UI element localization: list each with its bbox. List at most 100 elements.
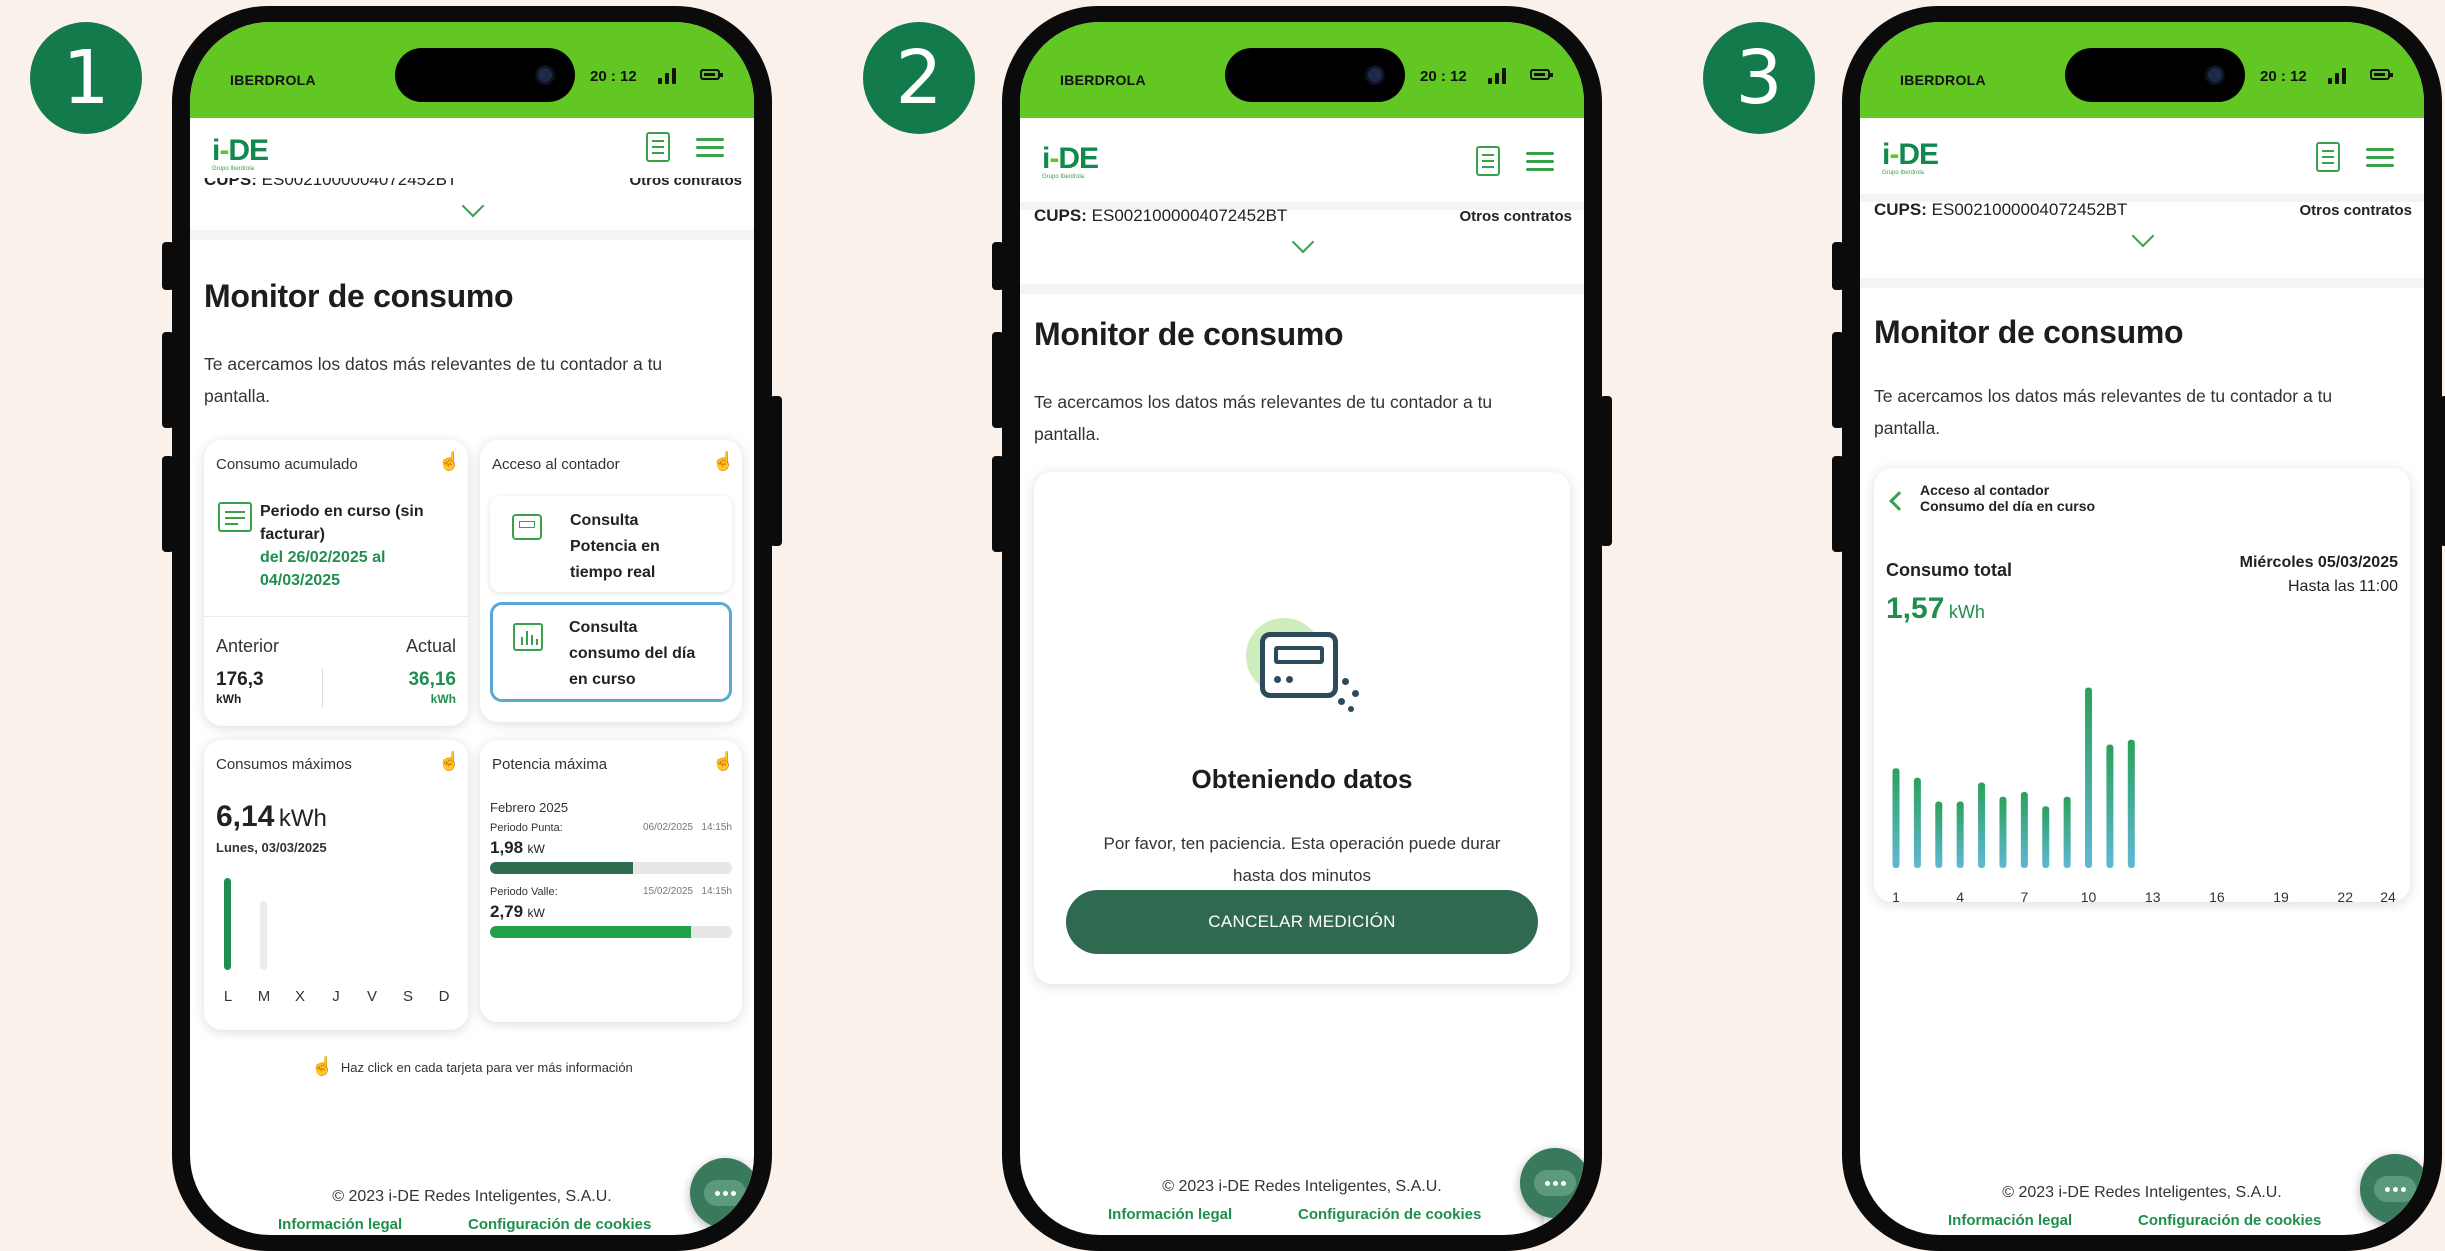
chevron-down-icon[interactable] bbox=[1291, 230, 1315, 254]
document-icon[interactable] bbox=[646, 132, 670, 162]
daily-consumption-option[interactable]: Consulta consumo del día en curso bbox=[490, 602, 732, 702]
carrier-name: IBERDROLA bbox=[1900, 72, 1986, 88]
valley-progress-bar bbox=[490, 926, 732, 938]
cookies-link[interactable]: Configuración de cookies bbox=[468, 1216, 651, 1233]
x-tick-label: 7 bbox=[2020, 889, 2028, 905]
app-header: i-DE Grupo Iberdrola bbox=[190, 118, 754, 178]
peak-date: 06/02/2025 bbox=[643, 822, 694, 833]
hourly-consumption-chart: 1 4 7 10 13 16 19 22 24 bbox=[1892, 687, 2396, 905]
valley-date: 15/02/2025 bbox=[643, 886, 694, 897]
hour-bar bbox=[2085, 687, 2093, 868]
status-bar: IBERDROLA 20 : 12 bbox=[1860, 22, 2424, 118]
previous-value: 176,3 bbox=[216, 669, 264, 690]
chevron-down-icon[interactable] bbox=[461, 194, 485, 218]
breadcrumb-current: Consumo del día en curso bbox=[1920, 498, 2096, 514]
weekday-label: M bbox=[257, 988, 271, 1005]
consumption-date: Miércoles 05/03/2025 bbox=[2239, 554, 2398, 571]
cups-label: CUPS: ES0021000004072452BT bbox=[1034, 206, 1288, 225]
max-consumption-date: Lunes, 03/03/2025 bbox=[216, 840, 327, 855]
weekday-label: D bbox=[438, 988, 450, 1005]
chevron-down-icon[interactable] bbox=[2131, 224, 2155, 248]
page-intro: Te acercamos los datos más relevantes de… bbox=[204, 354, 663, 406]
legal-link[interactable]: Información legal bbox=[1108, 1206, 1232, 1223]
footer-copyright: © 2023 i-DE Redes Inteligentes, S.A.U. bbox=[2002, 1184, 2282, 1201]
max-consumption-card[interactable]: Consumos máximos ☝ 6,14 kWh Lunes, 03/03… bbox=[204, 740, 468, 1030]
other-contracts-link[interactable]: Otros contratos bbox=[629, 178, 742, 188]
hour-bar bbox=[1935, 801, 1943, 868]
current-label: Actual bbox=[405, 636, 456, 656]
total-consumption-unit: kWh bbox=[1948, 602, 1985, 622]
other-contracts-link[interactable]: Otros contratos bbox=[2299, 202, 2412, 219]
ide-logo[interactable]: i-DE bbox=[212, 136, 269, 166]
x-tick-label: 4 bbox=[1956, 889, 1964, 905]
page-title: Monitor de consumo bbox=[1034, 316, 1344, 352]
consumption-until: Hasta las 11:00 bbox=[2288, 578, 2398, 595]
x-tick-label: 19 bbox=[2273, 889, 2289, 905]
cancel-measurement-button[interactable]: CANCELAR MEDICIÓN bbox=[1066, 890, 1538, 954]
phone-3: IBERDROLA 20 : 12 i-DE Grupo Iberdrola C… bbox=[1832, 6, 2445, 1251]
weekday-label: V bbox=[366, 988, 377, 1005]
tap-hand-icon: ☝ bbox=[712, 451, 735, 471]
hour-bar bbox=[1913, 777, 1921, 868]
chat-icon[interactable] bbox=[2360, 1154, 2424, 1224]
valley-value: 2,79 bbox=[490, 902, 524, 921]
carrier-name: IBERDROLA bbox=[1060, 72, 1146, 88]
chat-icon[interactable] bbox=[690, 1158, 754, 1228]
hamburger-menu-icon[interactable] bbox=[696, 138, 724, 158]
legal-link[interactable]: Información legal bbox=[278, 1216, 402, 1233]
weekday-label: S bbox=[402, 988, 413, 1005]
phone-2: IBERDROLA 20 : 12 i-DE Grupo Iberdrola C… bbox=[992, 6, 1612, 1251]
app-header: i-DE Grupo Iberdrola bbox=[1860, 118, 2424, 194]
week-bars bbox=[204, 870, 468, 970]
max-consumption-value: 6,14 bbox=[216, 800, 275, 833]
legal-link[interactable]: Información legal bbox=[1948, 1212, 2072, 1229]
previous-label: Anterior bbox=[216, 636, 280, 656]
step-1-badge: 1 bbox=[30, 22, 142, 134]
status-bar: IBERDROLA 20 : 12 bbox=[1020, 22, 1584, 118]
previous-unit: kWh bbox=[216, 692, 242, 706]
ide-logo[interactable]: i-DE bbox=[1882, 140, 1939, 170]
realtime-power-option[interactable]: Consulta Potencia en tiempo real bbox=[490, 496, 732, 592]
card-title: Potencia máxima bbox=[492, 756, 608, 773]
hamburger-menu-icon[interactable] bbox=[2366, 148, 2394, 168]
ide-logo[interactable]: i-DE bbox=[1042, 144, 1099, 174]
chat-icon[interactable] bbox=[1520, 1148, 1584, 1218]
peak-time: 14:15h bbox=[701, 822, 732, 833]
peak-progress-bar bbox=[490, 862, 732, 874]
total-consumption-label: Consumo total bbox=[1886, 560, 2012, 580]
x-tick-label: 1 bbox=[1892, 889, 1900, 905]
daily-consumption-card: Acceso al contador Consumo del día en cur… bbox=[1874, 468, 2410, 905]
cookies-link[interactable]: Configuración de cookies bbox=[2138, 1212, 2321, 1229]
page-title: Monitor de consumo bbox=[204, 278, 514, 314]
screen-2: IBERDROLA 20 : 12 i-DE Grupo Iberdrola C… bbox=[1020, 22, 1584, 1235]
back-button[interactable]: Acceso al contador Consumo del día en cur… bbox=[1886, 482, 2126, 522]
hour-bar bbox=[1956, 801, 1964, 868]
card-title: Consumos máximos bbox=[216, 756, 352, 773]
max-power-card[interactable]: Potencia máxima ☝ Febrero 2025 Periodo P… bbox=[480, 740, 742, 1022]
status-time: 20 : 12 bbox=[590, 68, 637, 85]
weekday-bar bbox=[224, 878, 231, 970]
carrier-name: IBERDROLA bbox=[230, 72, 316, 88]
dynamic-island bbox=[395, 48, 575, 102]
tap-hand-icon: ☝ bbox=[438, 451, 461, 471]
logo-subtitle: Grupo Iberdrola bbox=[1042, 174, 1085, 180]
period-dates: del 26/02/2025 al bbox=[260, 549, 386, 566]
other-contracts-link[interactable]: Otros contratos bbox=[1459, 208, 1572, 225]
hamburger-menu-icon[interactable] bbox=[1526, 152, 1554, 172]
document-icon[interactable] bbox=[1476, 146, 1500, 176]
page-title: Monitor de consumo bbox=[1874, 314, 2184, 350]
cookies-link[interactable]: Configuración de cookies bbox=[1298, 1206, 1481, 1223]
accumulated-consumption-card[interactable]: Consumo acumulado ☝ Periodo en curso (si… bbox=[204, 440, 468, 726]
dynamic-island bbox=[1225, 48, 1405, 102]
loading-title: Obteniendo datos bbox=[1191, 764, 1413, 794]
cups-label: CUPS: ES0021000004072452BT bbox=[1874, 200, 2128, 219]
loading-card: Obteniendo datos Por favor, ten pacienci… bbox=[1034, 472, 1570, 984]
current-value: 36,16 bbox=[408, 669, 456, 690]
status-bar: IBERDROLA 20 : 12 bbox=[190, 22, 754, 118]
battery-icon bbox=[700, 69, 723, 80]
page-intro: Te acercamos los datos más relevantes de… bbox=[1034, 392, 1493, 444]
hour-bar bbox=[1892, 768, 1900, 868]
document-icon[interactable] bbox=[2316, 142, 2340, 172]
footer-copyright: © 2023 i-DE Redes Inteligentes, S.A.U. bbox=[1162, 1178, 1442, 1195]
step-2-badge: 2 bbox=[863, 22, 975, 134]
